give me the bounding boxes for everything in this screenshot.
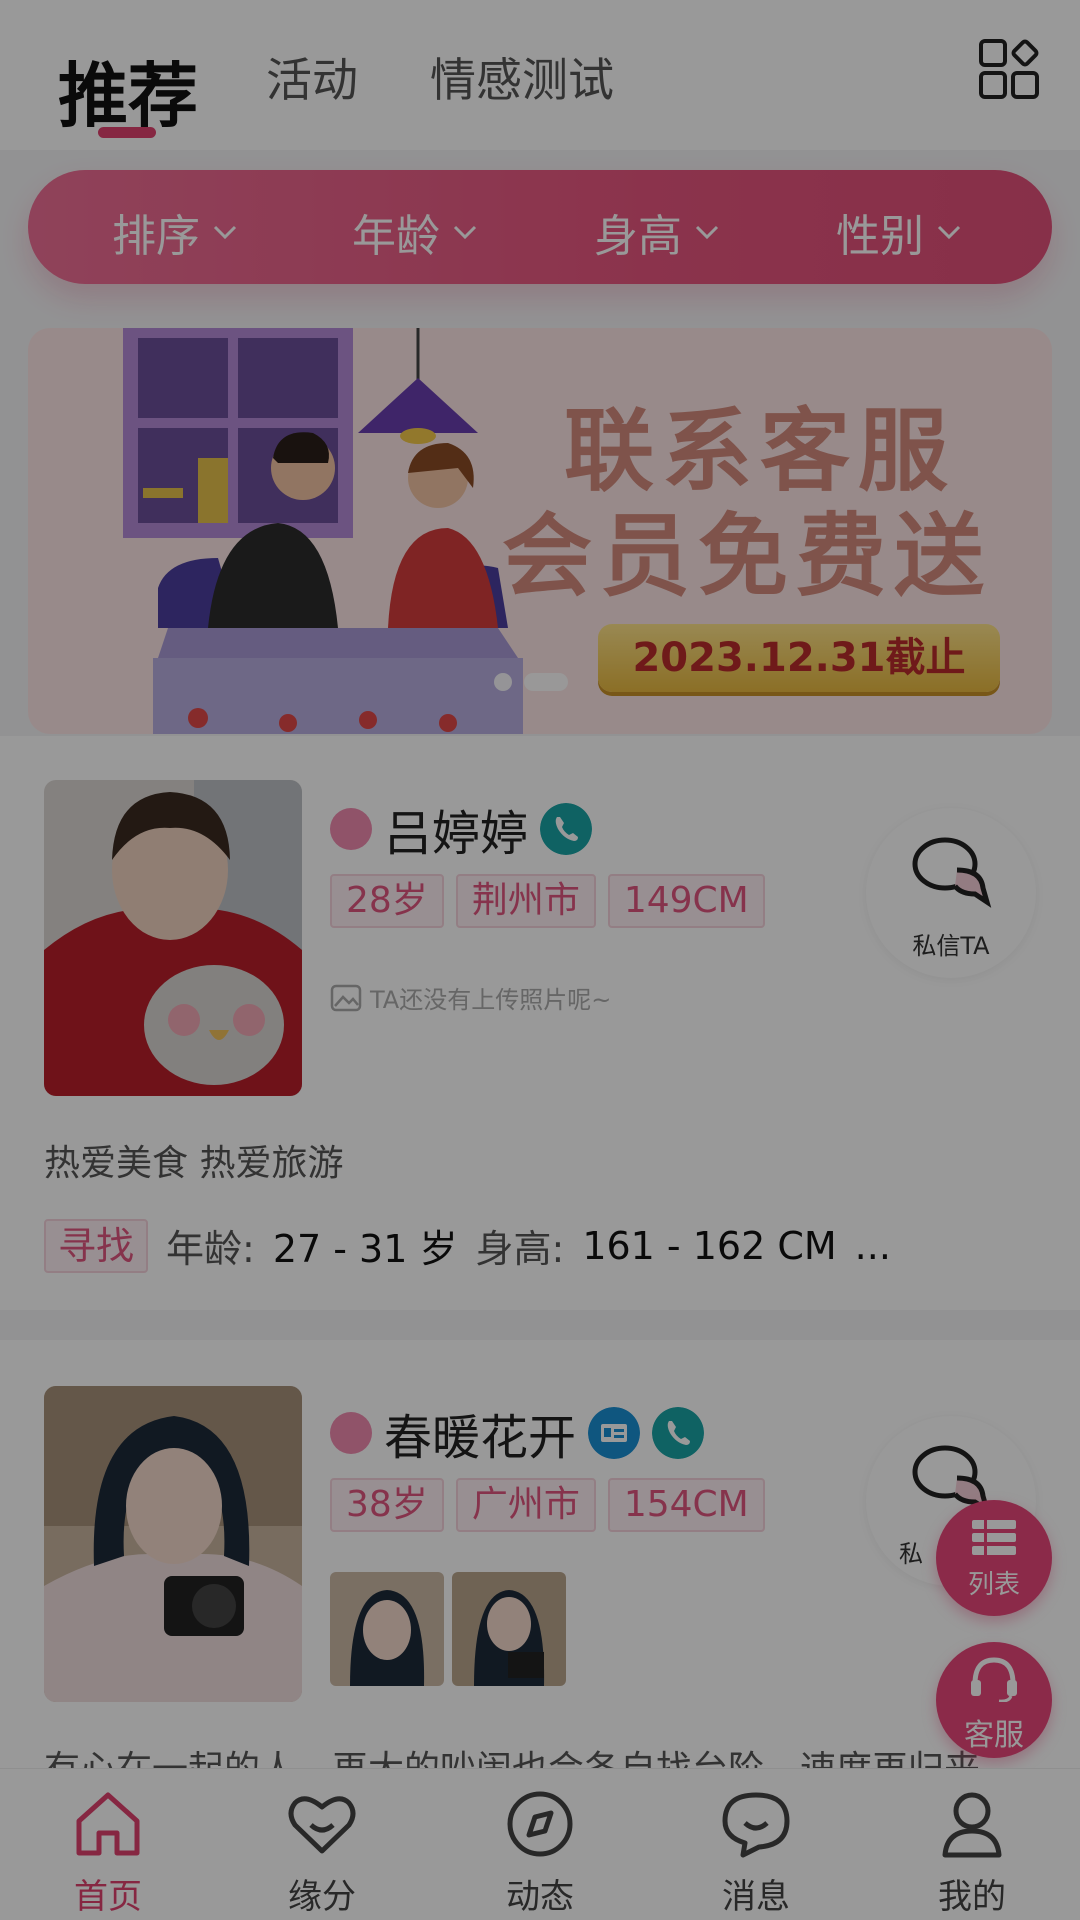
avatar-photo <box>44 780 302 1096</box>
seek-criteria: 寻找 年龄: 27 - 31 岁 身高: 161 - 162 CM ... <box>44 1218 891 1273</box>
dinner-couple-illustration <box>123 328 523 734</box>
height-criteria-value: 161 - 162 CM <box>582 1223 837 1268</box>
female-icon <box>330 1412 372 1454</box>
city-tag: 荆州市 <box>455 874 596 928</box>
height-criteria-label: 身高: <box>475 1227 565 1271</box>
height-tag: 149CM <box>607 874 765 928</box>
nav-match-label: 缘分 <box>288 1877 356 1917</box>
age-tag: 38岁 <box>330 1478 444 1532</box>
avatar-photo <box>44 1386 302 1702</box>
tab-emotion-test[interactable]: 情感测试 <box>430 44 614 110</box>
message-label: 私信TA <box>912 932 990 960</box>
profile-name: 吕婷婷 <box>384 806 529 862</box>
nav-home-label: 首页 <box>74 1877 142 1917</box>
carousel-indicator <box>494 673 568 691</box>
banner-deadline: 2023.12.31截止 <box>598 624 1000 692</box>
nav-profile-label: 我的 <box>938 1877 1006 1917</box>
chevron-down-icon <box>937 225 961 240</box>
chat-bubble-icon <box>912 837 992 908</box>
age-criteria-value: 27 - 31 岁 <box>272 1227 458 1271</box>
avatar[interactable] <box>44 1386 302 1702</box>
banner-subheadline: 会员免费送 <box>502 504 992 609</box>
list-view-label: 列表 <box>967 1570 1020 1600</box>
list-icon <box>972 1520 1016 1556</box>
age-criteria-label: 年龄: <box>166 1227 255 1271</box>
tab-recommend[interactable]: 推荐 <box>58 40 198 141</box>
chevron-down-icon <box>213 225 237 240</box>
filter-sort-label: 排序 <box>112 211 200 262</box>
female-icon <box>330 808 372 850</box>
nav-home[interactable]: 首页 <box>48 1787 168 1918</box>
filter-height[interactable]: 身高 <box>594 200 720 264</box>
profile-tags: 28岁 荆州市 149CM <box>330 874 765 928</box>
user-icon <box>942 1792 1002 1858</box>
customer-service-label: 客服 <box>964 1718 1024 1753</box>
message-button[interactable]: 私信TA <box>866 808 1036 978</box>
profile-bio: 热爱美食 热爱旅游 <box>44 1143 344 1184</box>
nav-match[interactable]: 缘分 <box>262 1787 382 1918</box>
list-view-button[interactable]: 列表 <box>936 1500 1052 1616</box>
grid-menu-icon[interactable] <box>978 38 1040 100</box>
profile-card[interactable]: 吕婷婷 28岁 荆州市 149CM TA还没有上传照片呢~ 私信TA 热爱美食 … <box>0 736 1080 1310</box>
seek-label: 寻找 <box>44 1218 149 1273</box>
top-tab-bar: 推荐 活动 情感测试 <box>0 0 1080 150</box>
profile-name-row: 春暖花开 <box>330 1398 705 1468</box>
profile-card[interactable]: 春暖花开 38岁 广州市 154CM 私 有心在一起的人，再大的吵闹 <box>0 1340 1080 1790</box>
nav-profile[interactable]: 我的 <box>912 1787 1032 1918</box>
age-tag: 28岁 <box>330 874 444 928</box>
heart-icon <box>288 1796 356 1854</box>
active-tab-indicator <box>98 127 156 138</box>
compass-icon <box>507 1791 573 1857</box>
filter-age[interactable]: 年龄 <box>352 200 478 264</box>
customer-service-button[interactable]: 客服 <box>936 1642 1052 1758</box>
filter-height-label: 身高 <box>594 211 682 262</box>
nav-messages[interactable]: 消息 <box>696 1787 816 1918</box>
chevron-down-icon <box>695 225 719 240</box>
profile-name: 春暖花开 <box>384 1410 577 1466</box>
nav-moments-label: 动态 <box>506 1877 574 1917</box>
photo-thumbnail[interactable] <box>330 1572 444 1686</box>
bottom-navigation: 首页 缘分 动态 消息 我的 <box>0 1768 1080 1920</box>
photo-thumbnails <box>330 1572 566 1686</box>
profile-tags: 38岁 广州市 154CM <box>330 1478 765 1532</box>
height-tag: 154CM <box>607 1478 765 1532</box>
message-icon <box>722 1792 790 1858</box>
image-icon <box>330 984 362 1011</box>
no-photo-notice: TA还没有上传照片呢~ <box>330 980 611 1015</box>
id-verified-icon <box>588 1407 641 1459</box>
city-tag: 广州市 <box>455 1478 596 1532</box>
avatar[interactable] <box>44 780 302 1096</box>
nav-moments[interactable]: 动态 <box>480 1787 600 1918</box>
phone-verified-icon <box>652 1407 705 1459</box>
carousel-dot <box>494 673 512 691</box>
headset-icon <box>971 1657 1017 1703</box>
no-photo-text: TA还没有上传照片呢~ <box>370 986 612 1014</box>
more-ellipsis: ... <box>854 1223 891 1268</box>
filter-gender[interactable]: 性别 <box>836 200 962 264</box>
phone-verified-icon <box>540 803 593 855</box>
filter-age-label: 年龄 <box>352 211 440 262</box>
filter-bar: 排序 年龄 身高 性别 <box>28 170 1052 284</box>
tab-activities[interactable]: 活动 <box>266 44 358 110</box>
filter-gender-label: 性别 <box>836 211 924 262</box>
home-icon <box>76 1792 140 1856</box>
chevron-down-icon <box>453 225 477 240</box>
profile-name-row: 吕婷婷 <box>330 794 593 864</box>
filter-sort[interactable]: 排序 <box>112 200 238 264</box>
nav-messages-label: 消息 <box>722 1877 790 1917</box>
photo-thumbnail[interactable] <box>452 1572 566 1686</box>
carousel-dot-active <box>524 673 568 691</box>
